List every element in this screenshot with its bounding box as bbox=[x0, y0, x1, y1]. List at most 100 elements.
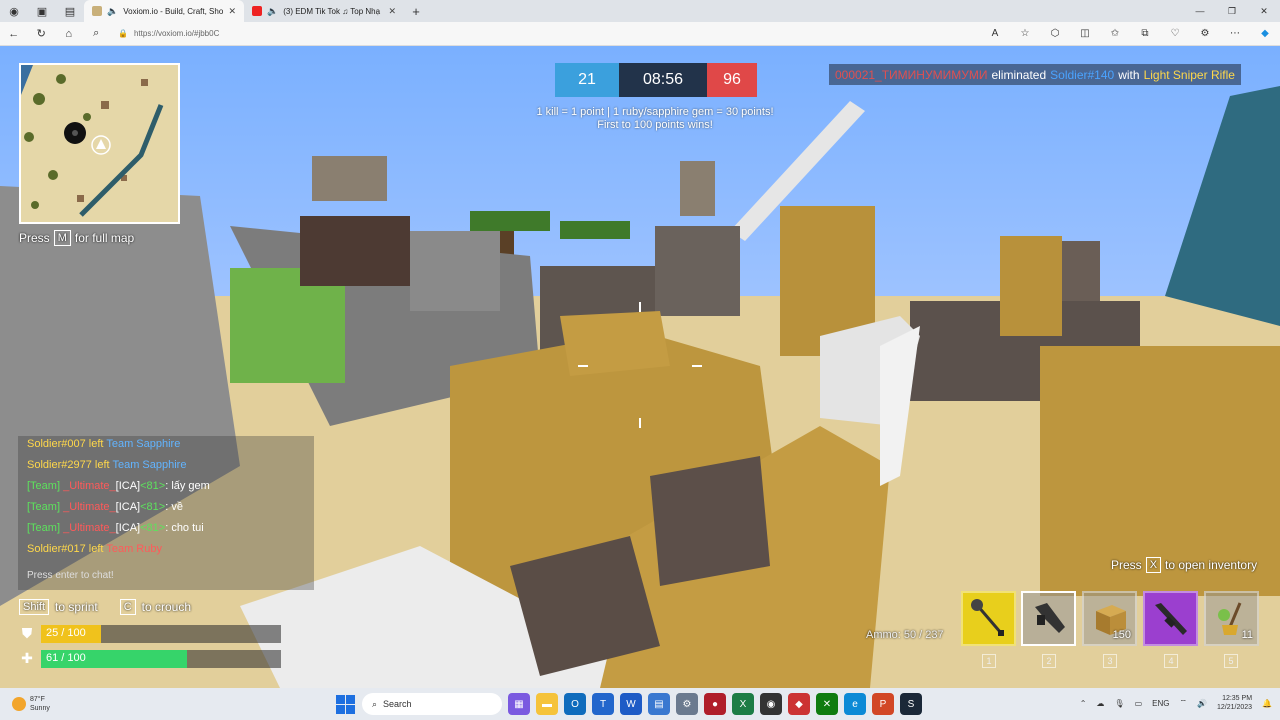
rules-line-1: 1 kill = 1 point | 1 ruby/sapphire gem =… bbox=[536, 106, 774, 118]
inventory-hint: Press X to open inventory bbox=[1111, 557, 1257, 573]
volume-icon[interactable]: 🔊 bbox=[1197, 699, 1207, 708]
chevron-up-icon[interactable]: ⌃ bbox=[1080, 699, 1087, 708]
chat-text: left bbox=[88, 438, 104, 450]
new-tab-button[interactable]: + bbox=[404, 4, 428, 19]
word-icon[interactable]: W bbox=[620, 693, 642, 715]
more-menu-icon[interactable]: ⋯ bbox=[1220, 28, 1250, 39]
kill-feed: 000021_ТИМИНУМИМУМИ eliminated Soldier#1… bbox=[829, 64, 1241, 85]
xbox-icon[interactable]: ✕ bbox=[816, 693, 838, 715]
puzzle-icon[interactable]: ⚙ bbox=[1190, 28, 1220, 39]
excel-icon[interactable]: X bbox=[732, 693, 754, 715]
controls-hint: Shift to sprint C to crouch bbox=[19, 599, 191, 615]
favorites-icon[interactable]: ✩ bbox=[1100, 28, 1130, 39]
taskbar-search[interactable]: ⌕ Search bbox=[362, 693, 502, 715]
chat-input[interactable]: Press enter to chat! bbox=[27, 570, 114, 581]
pistol-icon bbox=[1034, 602, 1065, 633]
photos-icon[interactable]: ▤ bbox=[648, 693, 670, 715]
wifi-icon[interactable]: ⌔ bbox=[1179, 698, 1187, 708]
task-view-icon[interactable]: ▦ bbox=[508, 693, 530, 715]
outlook-icon[interactable]: O bbox=[564, 693, 586, 715]
hotbar-slot-2[interactable] bbox=[1021, 591, 1076, 646]
weather-widget[interactable]: 87°F Sunny bbox=[0, 695, 200, 713]
chat-line: Soldier#007 left Team Sapphire bbox=[27, 438, 180, 450]
chat-team: Team Sapphire bbox=[106, 438, 181, 450]
steam-icon[interactable]: S bbox=[900, 693, 922, 715]
maximize-button[interactable]: ❐ bbox=[1216, 6, 1248, 17]
slot-number: 2 bbox=[1042, 654, 1056, 668]
mic-icon[interactable]: 🎙 bbox=[1114, 699, 1124, 708]
app-dark-icon[interactable]: ◉ bbox=[760, 693, 782, 715]
notification-bell-icon[interactable]: 🔔 bbox=[1262, 699, 1272, 708]
tab-voxiom[interactable]: 🔈 Voxiom.io - Build, Craft, Sho ✕ bbox=[84, 0, 244, 22]
tab-actions-icon[interactable]: ▤ bbox=[56, 0, 84, 22]
chat-panel: Soldier#007 left Team Sapphire Soldier#2… bbox=[18, 436, 314, 590]
match-timer: 08:56 bbox=[619, 63, 707, 97]
performance-icon[interactable]: ♡ bbox=[1160, 28, 1190, 39]
chat-line: [Team] _Ultimate_[ICA]<81>: về bbox=[27, 501, 183, 513]
refresh-button[interactable]: ↻ bbox=[28, 22, 56, 46]
tab-title: Voxiom.io - Build, Craft, Sho bbox=[123, 6, 224, 16]
app-game-icon[interactable]: ◆ bbox=[788, 693, 810, 715]
minimap[interactable] bbox=[19, 63, 180, 224]
hotbar-slot-5[interactable]: 11 bbox=[1204, 591, 1259, 646]
cloud-icon[interactable]: ☁ bbox=[1096, 699, 1104, 708]
extensions-icon[interactable]: ⬡ bbox=[1040, 28, 1070, 39]
address-bar-row: ← ↻ ⌂ ⌕ 🔒 https://voxiom.io/#jbb0C A ☆ ⬡… bbox=[0, 22, 1280, 46]
hotbar-slot-3[interactable]: 150 bbox=[1082, 591, 1137, 646]
armor-bar: 25 / 100 bbox=[41, 625, 281, 643]
search-icon[interactable]: ⌕ bbox=[83, 22, 111, 46]
read-aloud-icon[interactable]: A bbox=[980, 28, 1010, 39]
armor-text: 25 / 100 bbox=[46, 627, 86, 639]
taskbar: 87°F Sunny ⌕ Search ▦ ▬ O T W ▤ ⚙ ● X ◉ … bbox=[0, 688, 1280, 720]
system-tray: ⌃ ☁ 🎙 ▭ ENG ⌔ 🔊 12:35 PM 12/21/2023 🔔 bbox=[1080, 694, 1272, 712]
battery-icon[interactable]: ▭ bbox=[1135, 699, 1143, 708]
chat-team: Team Sapphire bbox=[112, 459, 187, 471]
back-button[interactable]: ← bbox=[0, 22, 28, 46]
language-indicator[interactable]: ENG bbox=[1152, 699, 1169, 708]
sun-icon bbox=[12, 697, 26, 711]
home-button[interactable]: ⌂ bbox=[55, 22, 83, 46]
sprint-label: to sprint bbox=[55, 600, 98, 614]
voxiom-favicon-icon bbox=[92, 6, 102, 16]
close-tab-icon[interactable]: ✕ bbox=[388, 6, 396, 17]
file-explorer-icon[interactable]: ▬ bbox=[536, 693, 558, 715]
chat-prefix: [Team] bbox=[27, 522, 61, 534]
red-team-score: 96 bbox=[707, 63, 757, 97]
inventory-hint-suffix: to open inventory bbox=[1165, 558, 1258, 572]
chat-prefix: [Team] bbox=[27, 501, 61, 513]
url-field[interactable]: 🔒 https://voxiom.io/#jbb0C bbox=[110, 24, 980, 44]
search-icon: ⌕ bbox=[372, 698, 378, 709]
collections-icon[interactable]: ⧉ bbox=[1130, 28, 1160, 39]
chat-line: [Team] _Ultimate_[ICA]<81>: lấy gem bbox=[27, 480, 210, 492]
tab-youtube[interactable]: 🔈 (3) EDM Tik Tok ♫ Top Nhạ ✕ bbox=[244, 0, 404, 22]
favorite-star-icon[interactable]: ☆ bbox=[1010, 28, 1040, 39]
chat-line: Soldier#017 left Team Ruby bbox=[27, 543, 162, 555]
split-screen-icon[interactable]: ◫ bbox=[1070, 28, 1100, 39]
start-button[interactable] bbox=[334, 693, 356, 715]
copilot-icon[interactable]: ◆ bbox=[1250, 28, 1280, 39]
chat-line: Soldier#2977 left Team Sapphire bbox=[27, 459, 186, 471]
clock-time: 12:35 PM bbox=[1222, 695, 1253, 702]
settings-gear-icon[interactable]: ⚙ bbox=[676, 693, 698, 715]
clock-date: 12/21/2023 bbox=[1216, 704, 1253, 711]
hotbar-slot-1[interactable] bbox=[961, 591, 1016, 646]
teams-icon[interactable]: T bbox=[592, 693, 614, 715]
app-red-icon[interactable]: ● bbox=[704, 693, 726, 715]
slot-count: 11 bbox=[1241, 629, 1253, 641]
profile-icon[interactable]: ◉ bbox=[0, 0, 28, 22]
game-viewport[interactable]: Press M for full map 21 08:56 96 1 kill … bbox=[0, 46, 1280, 688]
powerpoint-icon[interactable]: P bbox=[872, 693, 894, 715]
close-tab-icon[interactable]: ✕ bbox=[228, 6, 236, 17]
speaker-icon[interactable]: 🔈 bbox=[107, 6, 118, 17]
clock[interactable]: 12:35 PM 12/21/2023 bbox=[1217, 694, 1252, 712]
slot-number: 4 bbox=[1164, 654, 1178, 668]
chat-team: Team Ruby bbox=[106, 543, 162, 555]
edge-icon[interactable]: e bbox=[844, 693, 866, 715]
crosshair-left bbox=[578, 365, 588, 367]
hotbar-slot-4[interactable] bbox=[1143, 591, 1198, 646]
close-window-button[interactable]: ✕ bbox=[1248, 6, 1280, 17]
minimize-button[interactable]: — bbox=[1184, 6, 1216, 17]
chat-level: <81> bbox=[140, 480, 166, 492]
speaker-icon[interactable]: 🔈 bbox=[267, 6, 278, 17]
workspaces-icon[interactable]: ▣ bbox=[28, 0, 56, 22]
